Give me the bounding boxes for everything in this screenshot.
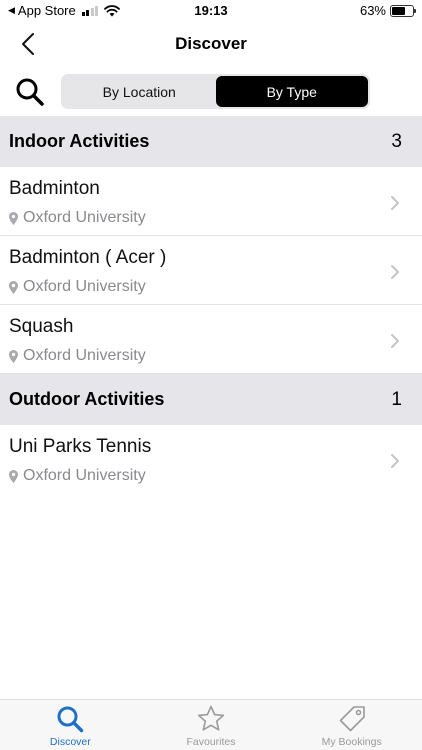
location-label: Oxford University <box>23 347 146 364</box>
battery-icon <box>390 4 416 17</box>
location-pin-icon <box>9 469 18 483</box>
battery-fill <box>392 6 405 15</box>
activity-title: Badminton ( Acer ) <box>9 247 167 268</box>
location-pin-icon <box>9 280 18 294</box>
star-icon <box>197 705 225 731</box>
wifi-icon <box>104 4 121 16</box>
chevron-right-icon <box>391 334 399 348</box>
tab-bar: Discover Favourites My Bookings <box>0 699 422 750</box>
tab-my-bookings[interactable]: My Bookings <box>281 700 422 750</box>
search-icon <box>16 78 44 106</box>
tab-label: My Bookings <box>321 736 382 748</box>
tab-label: Favourites <box>186 736 236 748</box>
activity-title: Uni Parks Tennis <box>9 436 152 457</box>
page-title: Discover <box>175 34 247 53</box>
list-item[interactable]: Squash Oxford University <box>0 305 422 374</box>
location-pin-icon <box>9 211 18 225</box>
search-icon <box>57 706 84 733</box>
tab-label: Discover <box>49 736 91 748</box>
signal-icon <box>81 5 99 16</box>
list-item[interactable]: Badminton ( Acer ) Oxford University <box>0 236 422 305</box>
activity-location: Oxford University <box>9 347 146 365</box>
section-header-indoor: Indoor Activities 3 <box>0 116 422 167</box>
chevron-right-icon <box>391 454 399 468</box>
activity-title: Badminton <box>9 178 100 199</box>
section-count: 3 <box>391 130 402 152</box>
chevron-right-icon <box>391 265 399 279</box>
status-bar: ◀ App Store 19:13 63% <box>0 0 422 22</box>
search-button[interactable] <box>14 76 46 108</box>
location-label: Oxford University <box>23 467 146 484</box>
status-carrier[interactable]: App Store <box>18 3 76 18</box>
activity-location: Oxford University <box>9 467 146 485</box>
list-item[interactable]: Badminton Oxford University <box>0 167 422 236</box>
status-left: ◀ App Store <box>8 3 121 18</box>
section-title: Indoor Activities <box>9 131 150 151</box>
activity-title: Squash <box>9 316 74 337</box>
battery-percent: 63% <box>359 3 386 18</box>
chevron-right-icon <box>391 196 399 210</box>
location-pin-icon <box>9 349 18 363</box>
section-title: Outdoor Activities <box>9 389 165 409</box>
tab-discover[interactable]: Discover <box>0 700 141 750</box>
nav-bar: Discover <box>0 22 422 66</box>
activity-location: Oxford University <box>9 278 146 296</box>
activity-list: Indoor Activities 3 Badminton Oxford Uni… <box>0 116 422 494</box>
tab-favourites[interactable]: Favourites <box>141 700 282 750</box>
status-right: 63% <box>359 3 416 18</box>
back-to-app-icon[interactable]: ◀ <box>8 5 15 16</box>
tag-icon <box>339 706 365 732</box>
activity-location: Oxford University <box>9 209 146 227</box>
location-label: Oxford University <box>23 209 146 226</box>
list-item[interactable]: Uni Parks Tennis Oxford University <box>0 425 422 494</box>
location-label: Oxford University <box>23 278 146 295</box>
segment-by-location[interactable]: By Location <box>63 76 216 107</box>
section-count: 1 <box>391 388 402 410</box>
view-mode-segmented-control: By Location By Type <box>61 74 370 109</box>
segment-by-type[interactable]: By Type <box>215 76 368 107</box>
section-header-outdoor: Outdoor Activities 1 <box>0 374 422 425</box>
